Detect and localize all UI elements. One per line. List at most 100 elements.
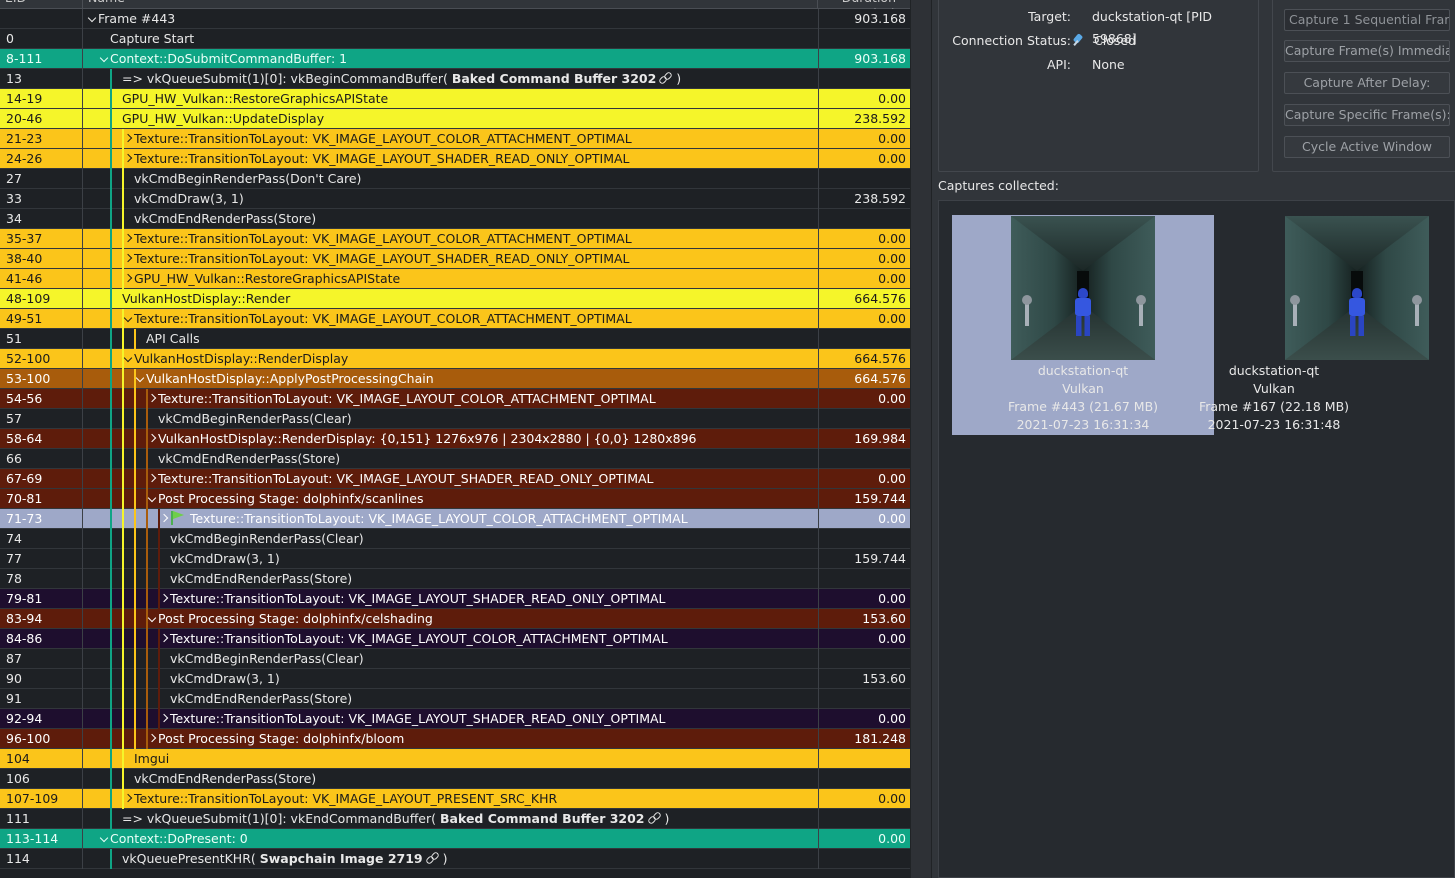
event-duration: 0.00: [818, 129, 910, 149]
event-row[interactable]: 67-69 Texture::TransitionToLayout: VK_IMA…: [0, 469, 910, 489]
event-row[interactable]: 90 vkCmdDraw(3, 1) 153.60: [0, 669, 910, 689]
event-row[interactable]: 107-109 Texture::TransitionToLayout: VK_I…: [0, 789, 910, 809]
event-row[interactable]: 21-23 Texture::TransitionToLayout: VK_IMA…: [0, 129, 910, 149]
chevron-down-icon[interactable]: [86, 9, 98, 29]
event-row[interactable]: 0 Capture Start: [0, 29, 910, 49]
cycle-active-window-button[interactable]: Cycle Active Window: [1284, 136, 1450, 158]
event-row[interactable]: 38-40 Texture::TransitionToLayout: VK_IMA…: [0, 249, 910, 269]
event-row[interactable]: 58-64 VulkanHostDisplay::RenderDisplay: {…: [0, 429, 910, 449]
event-row[interactable]: 114 vkQueuePresentKHR( Swapchain Image 27…: [0, 849, 910, 869]
event-row[interactable]: 54-56 Texture::TransitionToLayout: VK_IMA…: [0, 389, 910, 409]
resource-link[interactable]: Baked Command Buffer 3202: [452, 71, 657, 86]
event-row[interactable]: 106 vkCmdEndRenderPass(Store): [0, 769, 910, 789]
event-row[interactable]: 8-111 Context::DoSubmitCommandBuffer: 1 90…: [0, 49, 910, 69]
event-row[interactable]: 87 vkCmdBeginRenderPass(Clear): [0, 649, 910, 669]
chevron-right-icon[interactable]: [158, 629, 170, 649]
event-row[interactable]: 96-100 Post Processing Stage: dolphinfx/b…: [0, 729, 910, 749]
event-row[interactable]: Frame #443 903.168: [0, 9, 910, 29]
event-row[interactable]: 33 vkCmdDraw(3, 1) 238.592: [0, 189, 910, 209]
chevron-down-icon[interactable]: [134, 369, 146, 389]
event-row[interactable]: 48-109 VulkanHostDisplay::Render 664.576: [0, 289, 910, 309]
tree-guide-line: [134, 509, 136, 529]
event-row[interactable]: 92-94 Texture::TransitionToLayout: VK_IMA…: [0, 709, 910, 729]
chevron-right-icon[interactable]: [158, 709, 170, 729]
event-id: 91: [0, 689, 83, 709]
event-row[interactable]: 24-26 Texture::TransitionToLayout: VK_IMA…: [0, 149, 910, 169]
event-row[interactable]: 49-51 Texture::TransitionToLayout: VK_IMA…: [0, 309, 910, 329]
chevron-down-icon[interactable]: [146, 609, 158, 629]
event-row[interactable]: 35-37 Texture::TransitionToLayout: VK_IMA…: [0, 229, 910, 249]
event-row[interactable]: 53-100 VulkanHostDisplay::ApplyPostProces…: [0, 369, 910, 389]
chevron-down-icon[interactable]: [98, 829, 110, 849]
event-row[interactable]: 70-81 Post Processing Stage: dolphinfx/sc…: [0, 489, 910, 509]
tree-guide-line: [122, 749, 124, 769]
chevron-down-icon[interactable]: [146, 489, 158, 509]
capture-frames-immediately-button[interactable]: Capture Frame(s) Immediately: [1284, 40, 1450, 62]
link-icon[interactable]: [426, 853, 439, 863]
chevron-right-icon[interactable]: [146, 389, 158, 409]
chevron-right-icon[interactable]: [122, 149, 134, 169]
tree-guide-line: [134, 429, 136, 449]
chevron-right-icon[interactable]: [122, 129, 134, 149]
tree-guide-line: [110, 329, 112, 349]
chevron-right-icon[interactable]: [158, 509, 170, 529]
tree-guide-line: [110, 629, 112, 649]
tree-guide-line: [158, 649, 160, 669]
event-row[interactable]: 113-114 Context::DoPresent: 0 0.00: [0, 829, 910, 849]
event-row[interactable]: 83-94 Post Processing Stage: dolphinfx/ce…: [0, 609, 910, 629]
capture-after-delay-button[interactable]: Capture After Delay:: [1284, 72, 1450, 94]
event-row[interactable]: 104 Imgui: [0, 749, 910, 769]
event-id: 66: [0, 449, 83, 469]
chevron-right-icon[interactable]: [146, 729, 158, 749]
event-duration: [818, 849, 910, 869]
chevron-right-icon[interactable]: [146, 429, 158, 449]
event-row[interactable]: 79-81 Texture::TransitionToLayout: VK_IMA…: [0, 589, 910, 609]
chevron-down-icon[interactable]: [122, 309, 134, 329]
panel-splitter[interactable]: [910, 0, 932, 878]
event-row[interactable]: 34 vkCmdEndRenderPass(Store): [0, 209, 910, 229]
event-name-text: GPU_HW_Vulkan::RestoreGraphicsAPIState: [134, 271, 401, 286]
resource-link[interactable]: Baked Command Buffer 3202: [440, 811, 645, 826]
event-row[interactable]: 51 API Calls: [0, 329, 910, 349]
event-row[interactable]: 57 vkCmdBeginRenderPass(Clear): [0, 409, 910, 429]
capture-sequential-button[interactable]: Capture 1 Sequential Frame: [1284, 9, 1450, 31]
link-icon[interactable]: [659, 73, 672, 83]
tree-guide-line: [122, 649, 124, 669]
chevron-right-icon[interactable]: [122, 789, 134, 809]
column-header-duration[interactable]: Duration (µs): [818, 0, 910, 21]
chevron-right-icon[interactable]: [146, 469, 158, 489]
event-row[interactable]: 14-19 GPU_HW_Vulkan::RestoreGraphicsAPISt…: [0, 89, 910, 109]
chevron-right-icon[interactable]: [122, 269, 134, 289]
event-row[interactable]: 84-86 Texture::TransitionToLayout: VK_IMA…: [0, 629, 910, 649]
event-id: 106: [0, 769, 83, 789]
column-header-name[interactable]: Name: [83, 0, 818, 9]
event-row[interactable]: 71-73 Texture::TransitionToLayout: VK_IMA…: [0, 509, 910, 529]
event-name-text: VulkanHostDisplay::RenderDisplay: {0,151…: [158, 431, 697, 446]
chevron-right-icon[interactable]: [158, 589, 170, 609]
event-row[interactable]: 111 => vkQueueSubmit(1)[0]: vkEndCommandB…: [0, 809, 910, 829]
chevron-down-icon[interactable]: [122, 349, 134, 369]
event-row[interactable]: 41-46 GPU_HW_Vulkan::RestoreGraphicsAPISt…: [0, 269, 910, 289]
event-row[interactable]: 27 vkCmdBeginRenderPass(Don't Care): [0, 169, 910, 189]
event-duration: 664.576: [818, 369, 910, 389]
chevron-down-icon[interactable]: [98, 49, 110, 69]
column-header-eid[interactable]: EID: [0, 0, 83, 9]
event-row[interactable]: 20-46 GPU_HW_Vulkan::UpdateDisplay 238.592: [0, 109, 910, 129]
event-row[interactable]: 74 vkCmdBeginRenderPass(Clear): [0, 529, 910, 549]
event-row[interactable]: 91 vkCmdEndRenderPass(Store): [0, 689, 910, 709]
link-icon[interactable]: [648, 813, 661, 823]
event-id: 92-94: [0, 709, 83, 729]
event-row[interactable]: 78 vkCmdEndRenderPass(Store): [0, 569, 910, 589]
event-name: vkCmdEndRenderPass(Store): [170, 569, 352, 589]
event-duration: 0.00: [818, 829, 910, 849]
event-row[interactable]: 13 => vkQueueSubmit(1)[0]: vkBeginCommand…: [0, 69, 910, 89]
chevron-right-icon[interactable]: [122, 249, 134, 269]
capture-item-2[interactable]: duckstation-qt Vulkan Frame #167 (22.18 …: [1199, 215, 1455, 435]
chevron-right-icon[interactable]: [122, 229, 134, 249]
event-id: 78: [0, 569, 83, 589]
event-row[interactable]: 52-100 VulkanHostDisplay::RenderDisplay 66…: [0, 349, 910, 369]
capture-specific-frames-button[interactable]: Capture Specific Frame(s):: [1284, 104, 1450, 126]
event-row[interactable]: 66 vkCmdEndRenderPass(Store): [0, 449, 910, 469]
event-row[interactable]: 77 vkCmdDraw(3, 1) 159.744: [0, 549, 910, 569]
resource-link[interactable]: Swapchain Image 2719: [260, 851, 423, 866]
